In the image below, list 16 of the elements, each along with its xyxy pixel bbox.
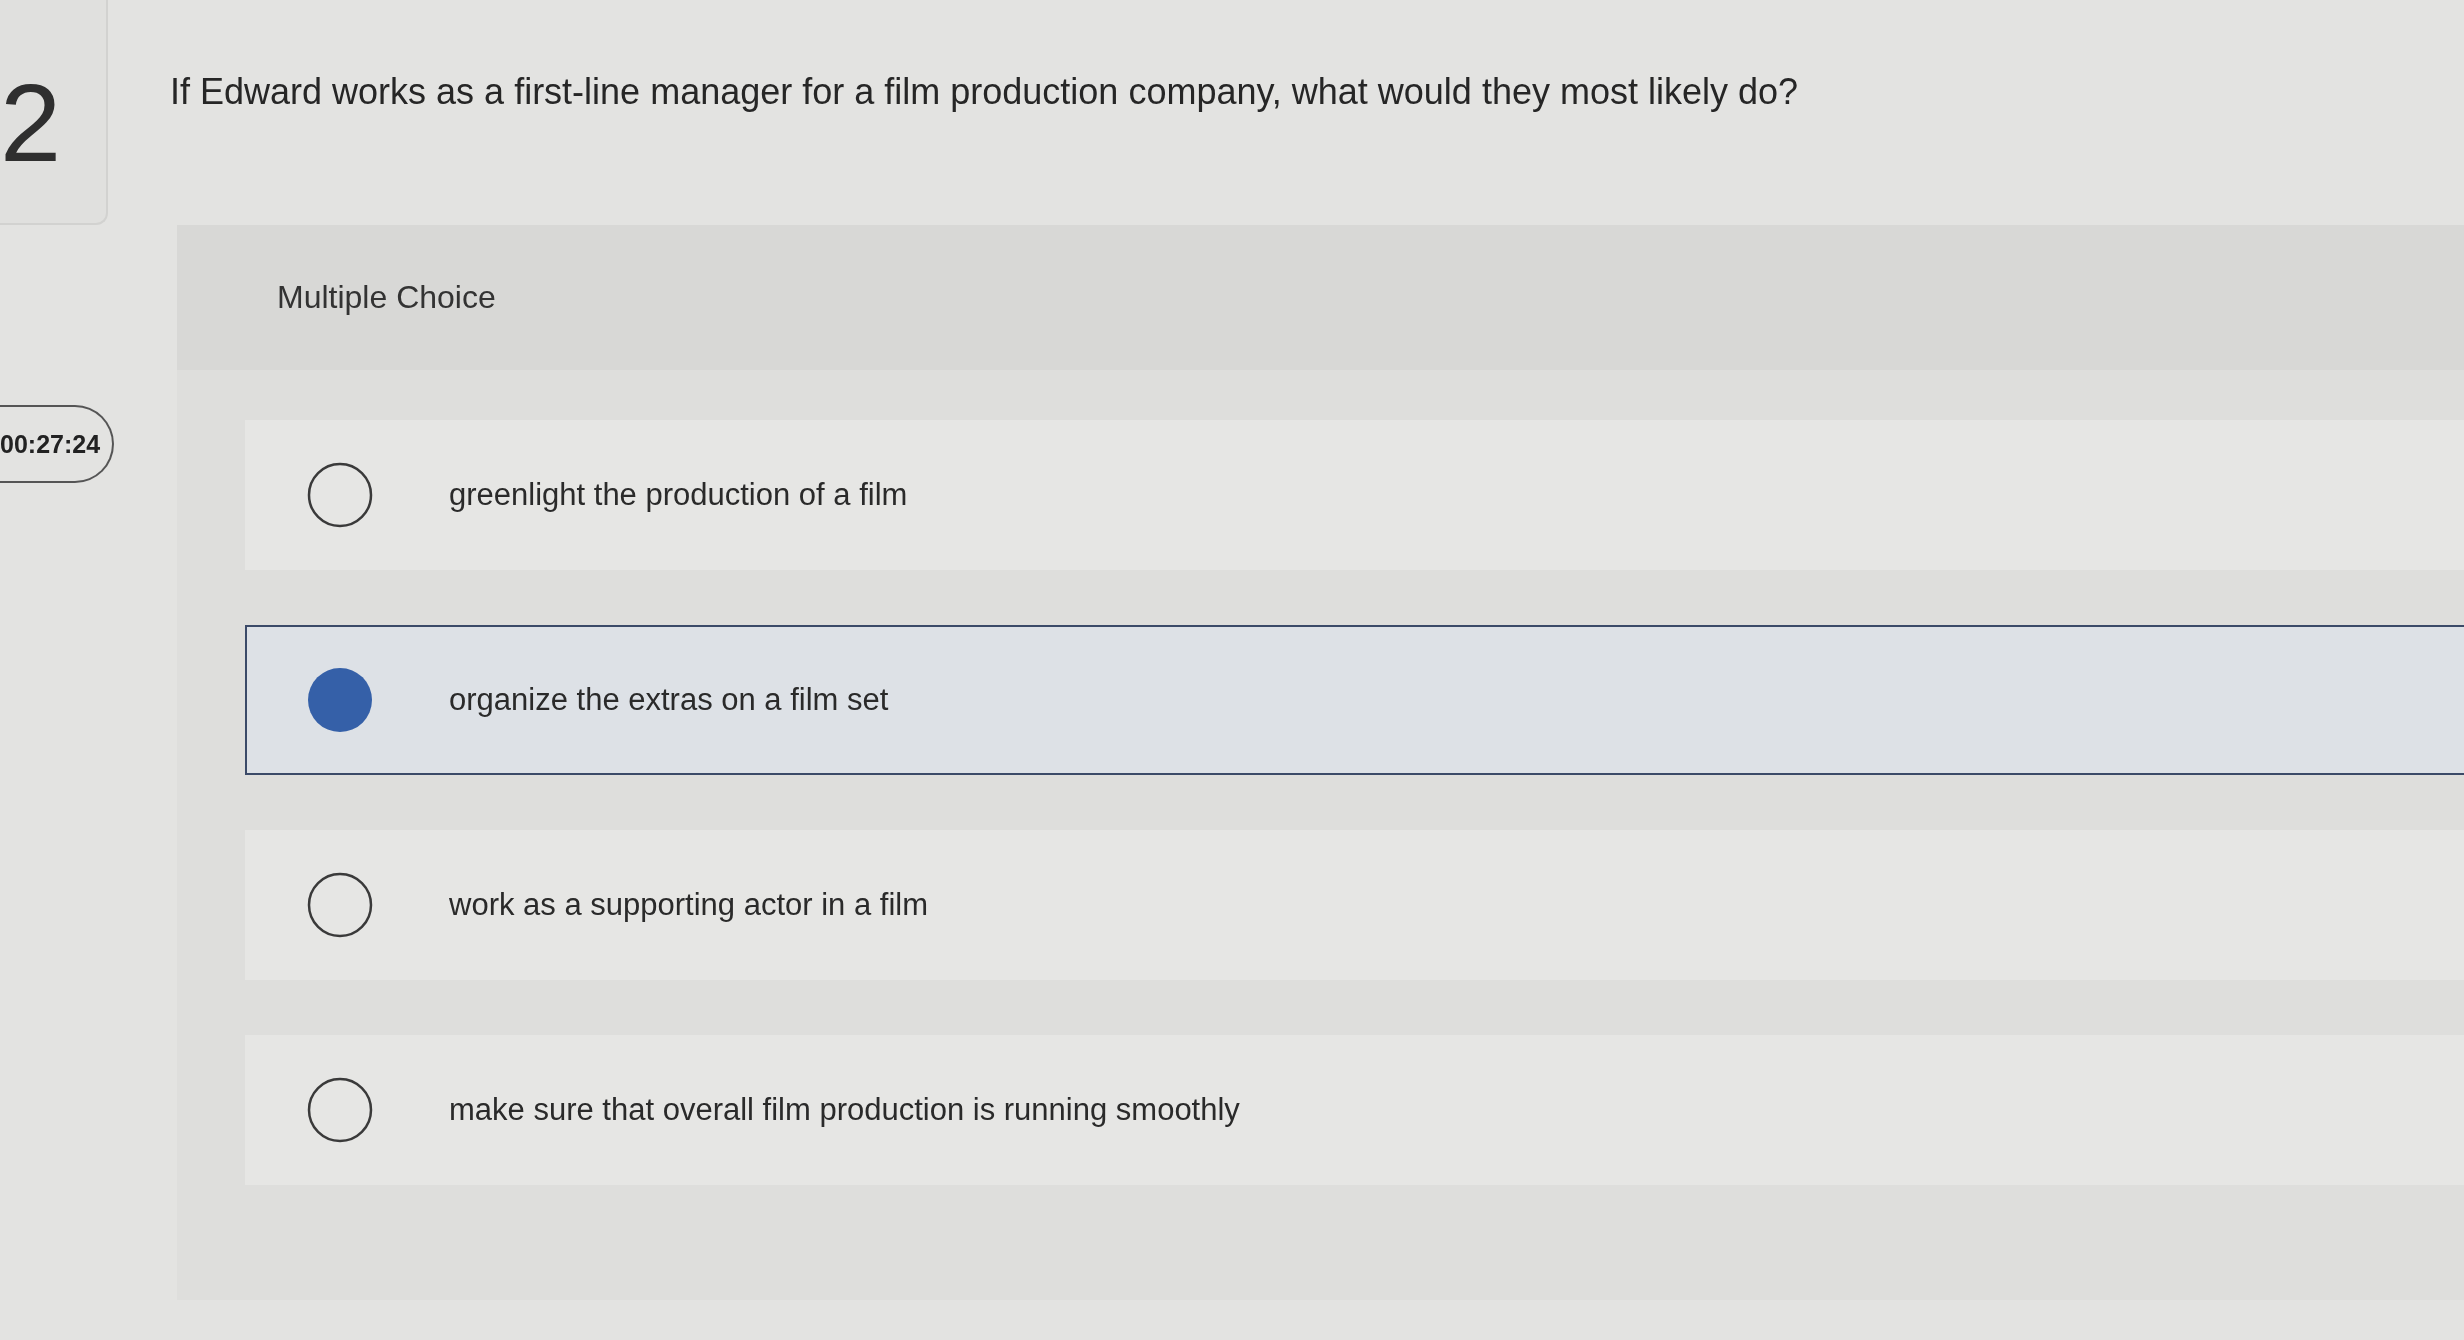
answer-type-label: Multiple Choice	[277, 279, 496, 316]
answer-option[interactable]: greenlight the production of a film	[245, 420, 2464, 570]
answer-option[interactable]: make sure that overall film production is running smoothly	[245, 1035, 2464, 1185]
answer-option[interactable]: work as a supporting actor in a film	[245, 830, 2464, 980]
radio-button[interactable]	[307, 872, 373, 938]
question-number: 2	[0, 68, 62, 178]
answer-option[interactable]: organize the extras on a film set	[245, 625, 2464, 775]
timer: 00:27:24	[0, 405, 115, 483]
radio-button[interactable]	[307, 1077, 373, 1143]
radio-button[interactable]	[307, 462, 373, 528]
option-text: work as a supporting actor in a film	[449, 887, 928, 923]
option-text: organize the extras on a film set	[449, 682, 889, 718]
option-text: greenlight the production of a film	[449, 477, 908, 513]
radio-button[interactable]	[307, 667, 373, 733]
question-text: If Edward works as a first-line manager for a film production company, what would they most likely do?	[170, 70, 1800, 114]
option-text: make sure that overall film production is running smoothly	[449, 1092, 1240, 1128]
